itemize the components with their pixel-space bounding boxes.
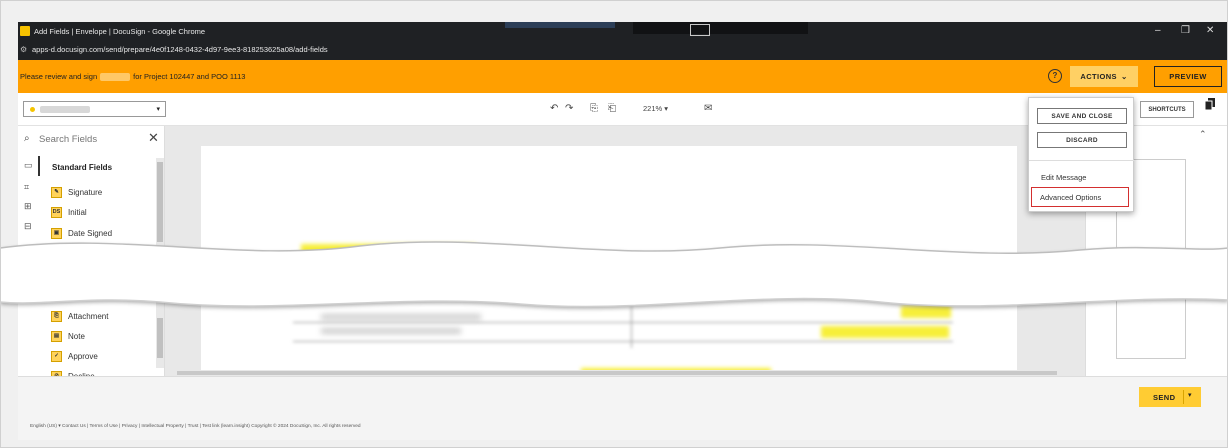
redacted-recipient-name <box>40 106 90 113</box>
banner-message-prefix: Please review and sign <box>20 71 98 81</box>
close-window-icon[interactable]: ✕ <box>1206 25 1214 36</box>
page-footer: English (US) ▾ Contact Us | Terms of Use… <box>18 412 1228 440</box>
collapse-icon[interactable]: ⌃ <box>1199 129 1207 140</box>
edit-message-menu-item[interactable]: Edit Message <box>1041 173 1086 182</box>
field-label: Note <box>68 331 85 341</box>
redo-icon[interactable]: ↷ <box>565 103 573 114</box>
preview-button[interactable]: PREVIEW <box>1154 66 1222 87</box>
zoom-select[interactable]: 221% ▾ <box>643 104 668 113</box>
standard-fields-title: Standard Fields <box>52 163 113 172</box>
window-title: Add Fields | Envelope | DocuSign - Googl… <box>34 26 206 36</box>
table-rule <box>293 341 953 342</box>
send-divider <box>1183 390 1184 404</box>
actions-button[interactable]: ACTIONS ⌄ <box>1070 66 1138 87</box>
note-icon: ▤ <box>51 330 62 342</box>
docusign-favicon-icon <box>20 26 30 36</box>
field-signature[interactable]: ✎ Signature <box>51 185 102 199</box>
highlighted-field-right[interactable] <box>821 326 949 338</box>
shortcuts-button[interactable]: SHORTCUTS <box>1140 101 1194 118</box>
close-icon[interactable]: ✕ <box>148 130 159 146</box>
menu-divider <box>1029 160 1135 161</box>
send-bar: SEND ▾ <box>18 376 1228 412</box>
scrollbar-thumb[interactable] <box>157 162 163 242</box>
banner-message-suffix: for Project 102447 and POO 1113 <box>133 71 246 81</box>
footer-links[interactable]: English (US) ▾ Contact Us | Terms of Use… <box>30 424 361 429</box>
send-button[interactable]: SEND ▾ <box>1139 387 1201 407</box>
standard-fields-tab-icon[interactable]: ▭ <box>24 160 33 171</box>
address-bar[interactable]: ⚙ apps-d.docusign.com/send/prepare/4e0f1… <box>18 40 1228 58</box>
field-label: Approve <box>68 351 98 361</box>
address-url[interactable]: apps-d.docusign.com/send/prepare/4e0f124… <box>32 45 328 54</box>
search-icon: ⌕ <box>24 133 30 144</box>
custom-fields-tab-icon[interactable]: ⌗ <box>24 182 29 193</box>
minimize-icon[interactable]: – <box>1155 25 1161 36</box>
tab-square-icon[interactable] <box>690 24 710 36</box>
restore-icon[interactable]: ❒ <box>1181 25 1190 36</box>
search-fields-input[interactable] <box>39 131 139 147</box>
data-tab-icon[interactable]: ⊟ <box>24 221 32 232</box>
actions-menu: SAVE AND CLOSE DISCARD Edit Message Adva… <box>1028 97 1135 212</box>
chevron-down-icon[interactable]: ▾ <box>1188 391 1192 399</box>
field-label: Signature <box>68 187 103 197</box>
initial-icon: DS <box>51 206 62 218</box>
redacted-name <box>100 73 131 81</box>
scrollbar-thumb-lower[interactable] <box>157 318 163 358</box>
comment-icon[interactable]: ✉ <box>704 103 712 114</box>
tab-strip-dark <box>633 22 808 34</box>
templates-tab-icon[interactable]: ⊞ <box>24 201 32 212</box>
site-info-icon[interactable]: ⚙ <box>20 45 32 54</box>
field-label: Initial <box>68 207 87 217</box>
tab-strip-blob <box>505 22 615 28</box>
screenshot-frame: Add Fields | Envelope | DocuSign - Googl… <box>0 0 1228 448</box>
actions-label: ACTIONS <box>1080 72 1117 81</box>
title-bar: Add Fields | Envelope | DocuSign - Googl… <box>18 22 1228 40</box>
copy-icon[interactable]: ⎘ <box>590 103 598 114</box>
undo-icon[interactable]: ↶ <box>550 103 558 114</box>
pages-icon[interactable] <box>1205 98 1215 110</box>
send-label: SEND <box>1153 392 1176 402</box>
chevron-down-icon: ▾ <box>664 104 669 113</box>
zoom-value: 221% <box>643 104 663 113</box>
table-rule <box>293 322 953 323</box>
paste-icon[interactable]: ⎗ <box>608 103 616 114</box>
discard-button[interactable]: DISCARD <box>1037 132 1127 148</box>
chevron-down-icon: ⌄ <box>1120 72 1128 81</box>
field-approve[interactable]: ✓ Approve <box>51 349 98 363</box>
banner-message: Please review and sign for Project 102447… <box>20 72 245 81</box>
torn-page-overlay <box>0 241 1228 308</box>
field-note[interactable]: ▤ Note <box>51 329 85 343</box>
advanced-options-menu-item[interactable]: Advanced Options <box>1031 187 1129 207</box>
scrollbar-thumb[interactable] <box>177 371 1057 375</box>
signature-icon: ✎ <box>51 186 62 198</box>
recipient-select[interactable]: ▾ <box>23 101 166 117</box>
blurred-text <box>321 328 461 334</box>
field-initial[interactable]: DS Initial <box>51 205 87 219</box>
envelope-banner: Please review and sign for Project 102447… <box>18 60 1228 93</box>
browser-window-chrome: Add Fields | Envelope | DocuSign - Googl… <box>18 22 1228 60</box>
checkmark-icon: ✓ <box>51 350 62 362</box>
recipient-color-dot <box>30 107 35 112</box>
active-tab-indicator <box>38 156 40 176</box>
help-icon[interactable]: ? <box>1048 69 1062 83</box>
chevron-down-icon: ▾ <box>156 106 160 113</box>
search-fields-row: ⌕ ✕ <box>18 126 165 152</box>
save-and-close-button[interactable]: SAVE AND CLOSE <box>1037 108 1127 124</box>
